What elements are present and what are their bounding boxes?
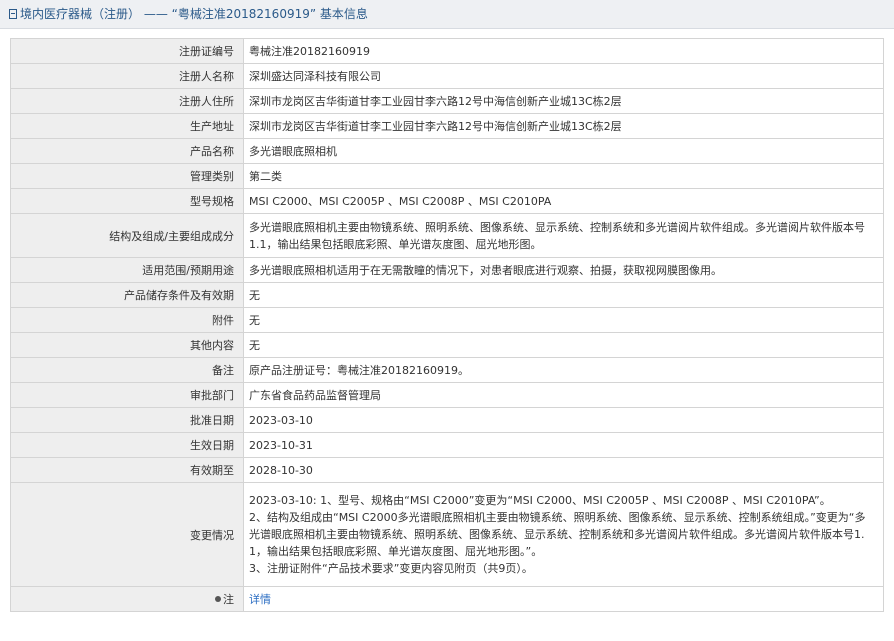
- table-row: 注册人住所 深圳市龙岗区吉华街道甘李工业园甘李六路12号中海信创新产业城13C栋…: [10, 88, 884, 114]
- row-value: 多光谱眼底照相机适用于在无需散瞳的情况下，对患者眼底进行观察、拍摄，获取视网膜图…: [243, 257, 884, 283]
- table-row: 审批部门 广东省食品药品监督管理局: [10, 382, 884, 408]
- note-label: 注: [223, 593, 234, 606]
- details-link[interactable]: 详情: [249, 593, 271, 606]
- table-row: 批准日期 2023-03-10: [10, 407, 884, 433]
- info-table-wrapper: 注册证编号 粤械注准20182160919 注册人名称 深圳盛达同泽科技有限公司…: [10, 38, 884, 612]
- row-value: 多光谱眼底照相机: [243, 138, 884, 164]
- page-header: 境内医疗器械（注册） —— “粤械注准20182160919” 基本信息: [0, 0, 894, 29]
- row-label: 注册人住所: [10, 88, 244, 114]
- row-label: 管理类别: [10, 163, 244, 189]
- row-value: 2023-10-31: [243, 432, 884, 458]
- row-value: 深圳市龙岗区吉华街道甘李工业园甘李六路12号中海信创新产业城13C栋2层: [243, 88, 884, 114]
- row-value: 无: [243, 282, 884, 308]
- row-value: 原产品注册证号：粤械注准20182160919。: [243, 357, 884, 383]
- info-table: 注册证编号 粤械注准20182160919 注册人名称 深圳盛达同泽科技有限公司…: [10, 38, 884, 612]
- table-row: 注册证编号 粤械注准20182160919: [10, 38, 884, 64]
- row-label: 型号规格: [10, 188, 244, 214]
- row-label: 产品储存条件及有效期: [10, 282, 244, 308]
- change-line: 3、注册证附件“产品技术要求”变更内容见附页（共9页）。: [249, 562, 533, 575]
- row-label: 生产地址: [10, 113, 244, 139]
- row-label: 产品名称: [10, 138, 244, 164]
- row-value: 2023-03-10: [243, 407, 884, 433]
- row-value: 第二类: [243, 163, 884, 189]
- table-row: 产品名称 多光谱眼底照相机: [10, 138, 884, 164]
- table-row: 注册人名称 深圳盛达同泽科技有限公司: [10, 63, 884, 89]
- table-row: 有效期至 2028-10-30: [10, 457, 884, 483]
- row-label: 适用范围/预期用途: [10, 257, 244, 283]
- row-value: 深圳盛达同泽科技有限公司: [243, 63, 884, 89]
- row-value: 多光谱眼底照相机主要由物镜系统、照明系统、图像系统、显示系统、控制系统和多光谱阅…: [243, 213, 884, 258]
- row-label: 结构及组成/主要组成成分: [10, 213, 244, 258]
- note-label-cell: 注: [10, 586, 244, 612]
- row-label: 附件: [10, 307, 244, 333]
- row-label: 备注: [10, 357, 244, 383]
- table-row: 其他内容 无: [10, 332, 884, 358]
- row-label: 其他内容: [10, 332, 244, 358]
- header-title: “粤械注准20182160919” 基本信息: [171, 7, 368, 21]
- table-row: 结构及组成/主要组成成分 多光谱眼底照相机主要由物镜系统、照明系统、图像系统、显…: [10, 213, 884, 258]
- header-separator: ——: [140, 7, 172, 21]
- table-row: 生效日期 2023-10-31: [10, 432, 884, 458]
- row-value: 无: [243, 307, 884, 333]
- table-row: 附件 无: [10, 307, 884, 333]
- table-row: 型号规格 MSI C2000、MSI C2005P 、MSI C2008P 、M…: [10, 188, 884, 214]
- row-value: 广东省食品药品监督管理局: [243, 382, 884, 408]
- table-row: 管理类别 第二类: [10, 163, 884, 189]
- table-row: 备注 原产品注册证号：粤械注准20182160919。: [10, 357, 884, 383]
- row-label: 审批部门: [10, 382, 244, 408]
- pin-icon: [215, 596, 221, 602]
- table-row: 适用范围/预期用途 多光谱眼底照相机适用于在无需散瞳的情况下，对患者眼底进行观察…: [10, 257, 884, 283]
- changes-label: 变更情况: [10, 482, 244, 587]
- row-label: 注册人名称: [10, 63, 244, 89]
- row-label: 有效期至: [10, 457, 244, 483]
- changes-value: 2023-03-10: 1、型号、规格由“MSI C2000”变更为“MSI C…: [243, 482, 884, 587]
- table-row: 产品储存条件及有效期 无: [10, 282, 884, 308]
- table-row-note: 注 详情: [10, 586, 884, 612]
- table-row-changes: 变更情况 2023-03-10: 1、型号、规格由“MSI C2000”变更为“…: [10, 482, 884, 587]
- row-label: 批准日期: [10, 407, 244, 433]
- row-value: 深圳市龙岗区吉华街道甘李工业园甘李六路12号中海信创新产业城13C栋2层: [243, 113, 884, 139]
- document-icon: [9, 9, 17, 19]
- change-line: 2023-03-10: 1、型号、规格由“MSI C2000”变更为“MSI C…: [249, 494, 831, 507]
- header-prefix: 境内医疗器械（注册）: [20, 7, 141, 21]
- row-value: 无: [243, 332, 884, 358]
- row-label: 生效日期: [10, 432, 244, 458]
- row-value: MSI C2000、MSI C2005P 、MSI C2008P 、MSI C2…: [243, 188, 884, 214]
- table-row: 生产地址 深圳市龙岗区吉华街道甘李工业园甘李六路12号中海信创新产业城13C栋2…: [10, 113, 884, 139]
- row-value: 2028-10-30: [243, 457, 884, 483]
- note-value: 详情: [243, 586, 884, 612]
- row-label: 注册证编号: [10, 38, 244, 64]
- change-line: 2、结构及组成由“MSI C2000多光谱眼底照相机主要由物镜系统、照明系统、图…: [249, 511, 866, 558]
- row-value: 粤械注准20182160919: [243, 38, 884, 64]
